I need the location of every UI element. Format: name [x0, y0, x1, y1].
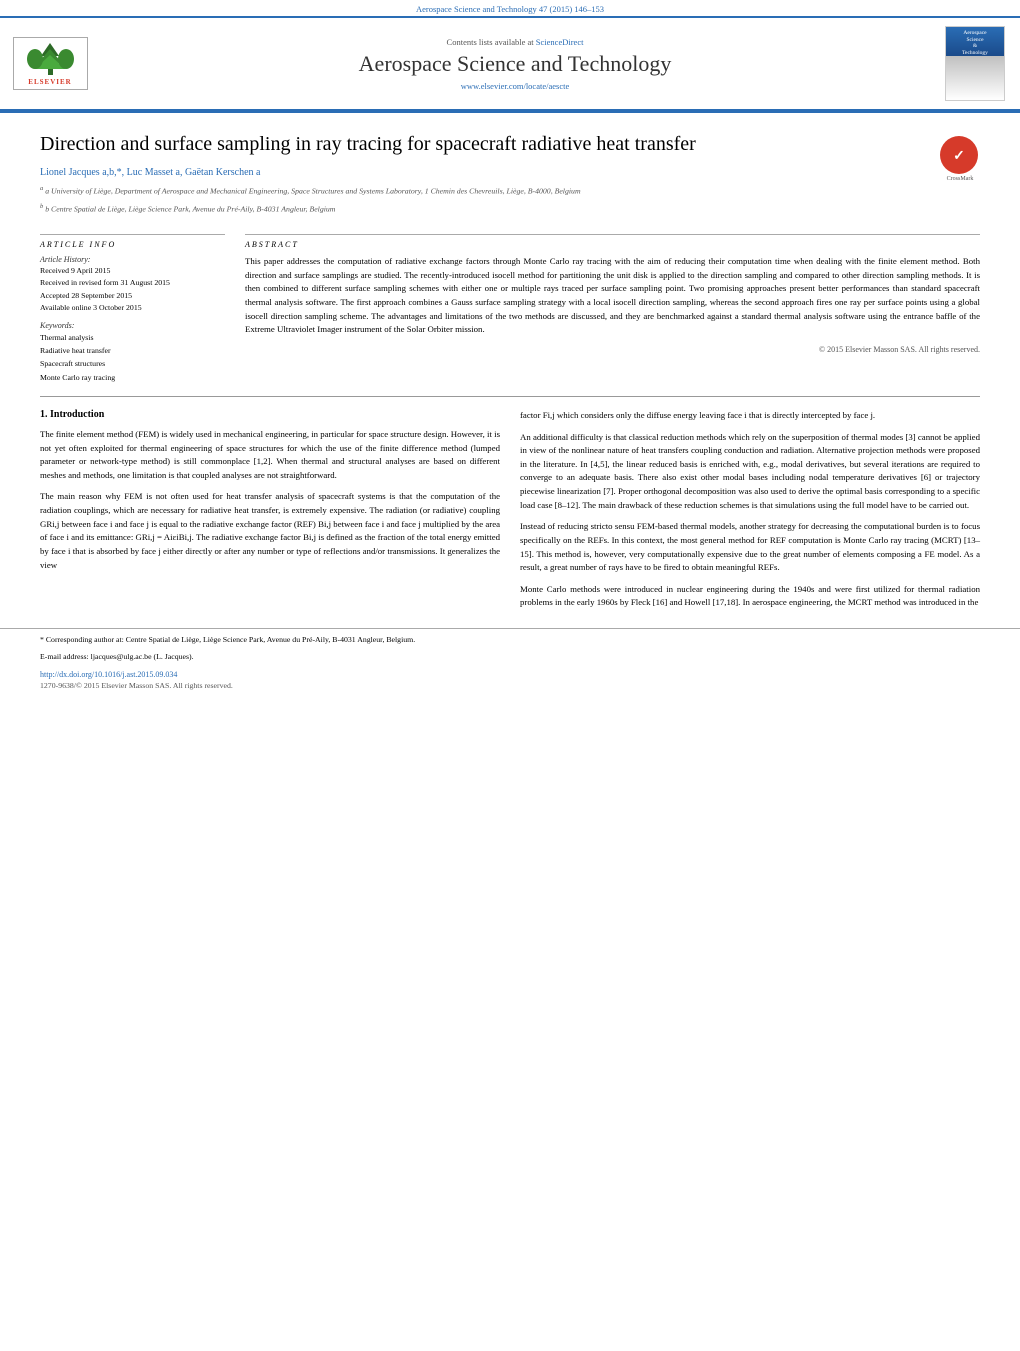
body-para-2: The main reason why FEM is not often use… [40, 490, 500, 572]
received-date: Received 9 April 2015 Received in revise… [40, 265, 225, 315]
abstract-text: This paper addresses the computation of … [245, 255, 980, 337]
journal-citation: Aerospace Science and Technology 47 (201… [416, 4, 604, 14]
journal-top-bar: Aerospace Science and Technology 47 (201… [0, 0, 1020, 16]
sciencedirect-link[interactable]: ScienceDirect [536, 37, 584, 47]
body-col-left: 1. Introduction The finite element metho… [40, 409, 500, 618]
elsevier-logo-area: ELSEVIER [10, 37, 90, 90]
issn-line: 1270-9638/© 2015 Elsevier Masson SAS. Al… [40, 681, 980, 690]
article-info-box: ARTICLE INFO Article History: Received 9… [40, 234, 225, 384]
abstract-box: ABSTRACT This paper addresses the comput… [245, 234, 980, 384]
journal-url[interactable]: www.elsevier.com/locate/aescte [100, 81, 930, 91]
journal-thumbnail-area: AerospaceScience&Technology [940, 26, 1010, 101]
history-label: Article History: [40, 255, 225, 264]
body-para-3: factor Fi,j which considers only the dif… [520, 409, 980, 423]
body-para-6: Monte Carlo methods were introduced in n… [520, 583, 980, 610]
body-col-right: factor Fi,j which considers only the dif… [520, 409, 980, 618]
article-title-text: Direction and surface sampling in ray tr… [40, 131, 930, 219]
article-title-section: Direction and surface sampling in ray tr… [0, 113, 1020, 229]
abstract-copyright: © 2015 Elsevier Masson SAS. All rights r… [245, 345, 980, 354]
article-main-title: Direction and surface sampling in ray tr… [40, 131, 930, 157]
elsevier-label: ELSEVIER [28, 78, 71, 86]
elsevier-logo-box: ELSEVIER [13, 37, 88, 90]
body-para-4: An additional difficulty is that classic… [520, 431, 980, 513]
affiliation-a: a a University of Liège, Department of A… [40, 184, 930, 198]
section1-heading: 1. Introduction [40, 409, 500, 420]
crossmark-label: CrossMark [940, 176, 980, 182]
crossmark-logo: ✓ CrossMark [940, 136, 980, 176]
doi-line[interactable]: http://dx.doi.org/10.1016/j.ast.2015.09.… [40, 670, 980, 679]
content-line: Contents lists available at ScienceDirec… [100, 37, 930, 47]
corresponding-author-note: * Corresponding author at: Centre Spatia… [40, 634, 980, 646]
abstract-heading: ABSTRACT [245, 240, 980, 249]
article-authors: Lionel Jacques a,b,*, Luc Masset a, Gaët… [40, 167, 930, 178]
journal-header: ELSEVIER Contents lists available at Sci… [0, 16, 1020, 110]
thumbnail-title: AerospaceScience&Technology [962, 30, 988, 56]
crossmark-icon: ✓ [940, 136, 978, 174]
body-para-1: The finite element method (FEM) is widel… [40, 428, 500, 483]
section-divider [40, 396, 980, 397]
keywords-label: Keywords: [40, 321, 225, 330]
journal-thumbnail: AerospaceScience&Technology [945, 26, 1005, 101]
email-note: E-mail address: ljacques@ulg.ac.be (L. J… [40, 651, 980, 663]
body-content: 1. Introduction The finite element metho… [0, 409, 1020, 618]
body-para-5: Instead of reducing stricto sensu FEM-ba… [520, 520, 980, 575]
journal-title: Aerospace Science and Technology [100, 51, 930, 77]
journal-header-center: Contents lists available at ScienceDirec… [100, 37, 930, 91]
elsevier-tree-icon [23, 41, 78, 76]
affiliation-b: b b Centre Spatial de Liège, Liège Scien… [40, 202, 930, 216]
info-abstract-section: ARTICLE INFO Article History: Received 9… [0, 234, 1020, 384]
article-info-heading: ARTICLE INFO [40, 240, 225, 249]
footnotes-section: * Corresponding author at: Centre Spatia… [0, 628, 1020, 690]
keywords-list: Thermal analysis Radiative heat transfer… [40, 331, 225, 384]
